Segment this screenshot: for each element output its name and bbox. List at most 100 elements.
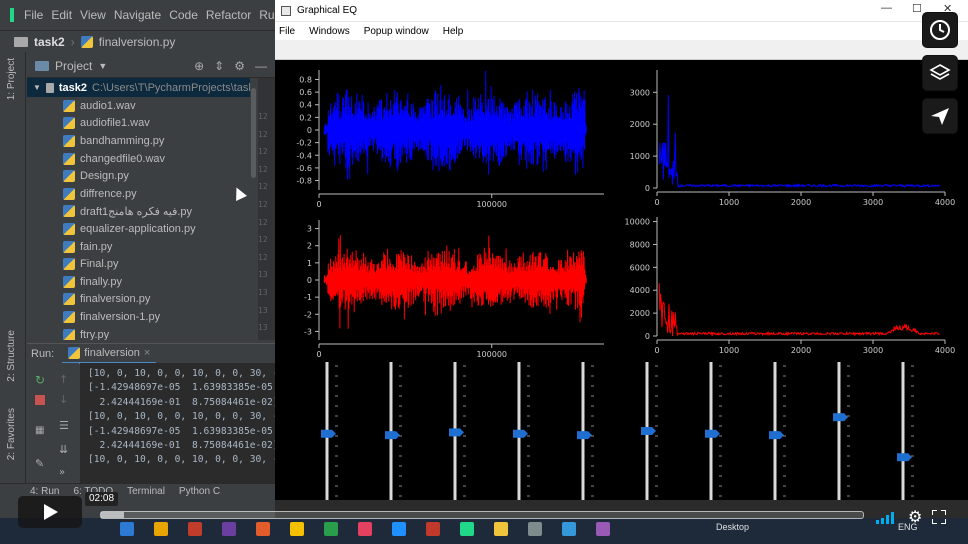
arrow-down-icon[interactable]: ↓	[59, 393, 73, 406]
task-view-icon[interactable]	[120, 522, 134, 536]
bottom-tab-python-console[interactable]: Python C	[179, 486, 220, 497]
scroll-to-end-icon[interactable]: ⇊	[59, 443, 73, 456]
slider-handle-tip	[780, 431, 784, 440]
y-tick-label: 10000	[625, 218, 650, 227]
tree-file-item[interactable]: draft1فيه فكره هامنج.py	[27, 203, 257, 221]
tree-file-item[interactable]: ftry.py	[27, 326, 257, 340]
collapse-icon[interactable]: ⇕	[214, 59, 224, 73]
app-icon[interactable]	[426, 522, 440, 536]
chrome-icon[interactable]	[324, 522, 338, 536]
app-icon[interactable]	[596, 522, 610, 536]
photoshop-icon[interactable]	[222, 522, 236, 536]
soft-wrap-icon[interactable]: ☰	[59, 419, 73, 432]
chrome-icon[interactable]	[290, 522, 304, 536]
crosshair-icon[interactable]: ⊕	[194, 59, 204, 73]
console-line: [-1.42948697e-05 1.63983385e-05 -1.27	[88, 425, 273, 437]
run-tab[interactable]: finalversion ×	[62, 344, 157, 364]
y-tick-label: -0.4	[296, 151, 312, 160]
run-panel-header: Run: finalversion ×	[27, 343, 275, 364]
maximize-button[interactable]: ☐	[912, 2, 922, 15]
video-progress-bar[interactable]	[100, 511, 864, 519]
eq-menu-popup-window[interactable]: Popup window	[364, 26, 429, 37]
rerun-icon[interactable]: ↻	[35, 373, 49, 387]
project-panel-title[interactable]: Project	[55, 59, 92, 73]
menu-code[interactable]: Code	[169, 8, 198, 22]
tree-file-item[interactable]: audiofile1.wav	[27, 115, 257, 133]
eq-menu-file[interactable]: File	[279, 26, 295, 37]
file-explorer-icon[interactable]	[154, 522, 168, 536]
tree-file-item[interactable]: bandhamming.py	[27, 132, 257, 150]
menu-file[interactable]: File	[24, 8, 43, 22]
tree-file-item[interactable]: audio1.wav	[27, 97, 257, 115]
eq-menubar: File Windows Popup window Help	[275, 22, 968, 40]
settings-gear-icon[interactable]: ⚙	[908, 507, 922, 526]
watch-later-button[interactable]	[922, 12, 958, 48]
progress-fill	[101, 512, 124, 518]
tree-file-item[interactable]: changedfile0.wav	[27, 150, 257, 168]
close-icon[interactable]: ×	[144, 347, 150, 359]
tree-file-item[interactable]: equalizer-application.py	[27, 220, 257, 238]
gutter-line-number: 13	[258, 323, 268, 333]
tree-file-item[interactable]: finally.py	[27, 273, 257, 291]
layout-icon[interactable]: ▦	[35, 425, 49, 437]
chevron-down-icon[interactable]: ▼	[98, 61, 107, 71]
project-panel-header: Project ▼ ⊕ ⇕ ⚙ —	[27, 54, 275, 78]
slider-handle	[833, 413, 844, 422]
python-file-icon	[63, 205, 75, 218]
tree-file-item[interactable]: finalversion.py	[27, 291, 257, 309]
minimize-button[interactable]: —	[881, 2, 892, 14]
breadcrumb-file[interactable]: finalversion.py	[99, 35, 176, 49]
breadcrumb-project[interactable]: task2	[34, 35, 65, 49]
menu-refactor[interactable]: Refactor	[206, 8, 251, 22]
tree-file-item[interactable]: fain.py	[27, 238, 257, 256]
app-icon[interactable]	[188, 522, 202, 536]
eq-menu-windows[interactable]: Windows	[309, 26, 350, 37]
app-icon[interactable]	[528, 522, 542, 536]
project-view-icon	[35, 60, 49, 71]
side-tab-project[interactable]: 1: Project	[6, 58, 17, 100]
side-tab-structure[interactable]: 2: Structure	[6, 330, 17, 382]
collections-button[interactable]	[922, 55, 958, 91]
scrollbar-thumb[interactable]	[251, 88, 256, 178]
stop-icon[interactable]	[35, 395, 45, 405]
tree-file-item[interactable]: finalversion-1.py	[27, 308, 257, 326]
pin-icon[interactable]: ✎	[35, 457, 49, 470]
eq-window-title: Graphical EQ	[297, 5, 358, 16]
tree-file-label: Design.py	[80, 170, 129, 183]
menu-edit[interactable]: Edit	[51, 8, 72, 22]
tree-file-item[interactable]: Design.py	[27, 167, 257, 185]
menu-navigate[interactable]: Navigate	[114, 8, 161, 22]
app-icon[interactable]	[562, 522, 576, 536]
tree-file-item[interactable]: diffrence.py	[27, 185, 257, 203]
browser-icon[interactable]	[256, 522, 270, 536]
arrow-up-icon[interactable]: ↑	[59, 373, 73, 386]
tree-scrollbar[interactable]	[250, 78, 257, 338]
volume-bars-icon[interactable]	[876, 510, 898, 524]
play-button[interactable]	[18, 496, 82, 528]
more-icon[interactable]: »	[59, 467, 73, 479]
x-tick-label: 4000	[935, 346, 955, 355]
gutter-line-number: 13	[258, 305, 268, 315]
app-icon	[281, 5, 291, 16]
gutter-line-number: 12	[258, 164, 268, 174]
tree-file-item[interactable]: Final.py	[27, 255, 257, 273]
expand-arrow-icon[interactable]: ▼	[33, 83, 41, 92]
y-tick-label: 1000	[630, 152, 650, 161]
gear-icon[interactable]: ⚙	[234, 59, 245, 73]
minimize-icon[interactable]: —	[255, 59, 267, 73]
tree-root-folder[interactable]: ▼ task2 C:\Users\T\PycharmProjects\task.	[27, 78, 257, 97]
taskbar-desktop-label[interactable]: Desktop	[716, 522, 749, 532]
eq-menu-help[interactable]: Help	[443, 26, 464, 37]
firefox-icon[interactable]	[358, 522, 372, 536]
menu-view[interactable]: View	[80, 8, 106, 22]
python-icon[interactable]	[494, 522, 508, 536]
share-button[interactable]	[922, 98, 958, 134]
bottom-tab-terminal[interactable]: Terminal	[127, 486, 165, 497]
plots-svg: 0.80.60.40.20-0.2-0.4-0.6-0.80 1000003000…	[296, 70, 955, 500]
side-tab-favorites[interactable]: 2: Favorites	[6, 408, 17, 460]
menu-run[interactable]: Ru	[259, 8, 274, 22]
pycharm-icon[interactable]	[460, 522, 474, 536]
vscode-icon[interactable]	[392, 522, 406, 536]
fullscreen-icon[interactable]	[932, 509, 947, 524]
run-console-output[interactable]: [10, 0, 10, 0, 0, 10, 0, 0, 30, -30] [-1.…	[80, 363, 275, 483]
